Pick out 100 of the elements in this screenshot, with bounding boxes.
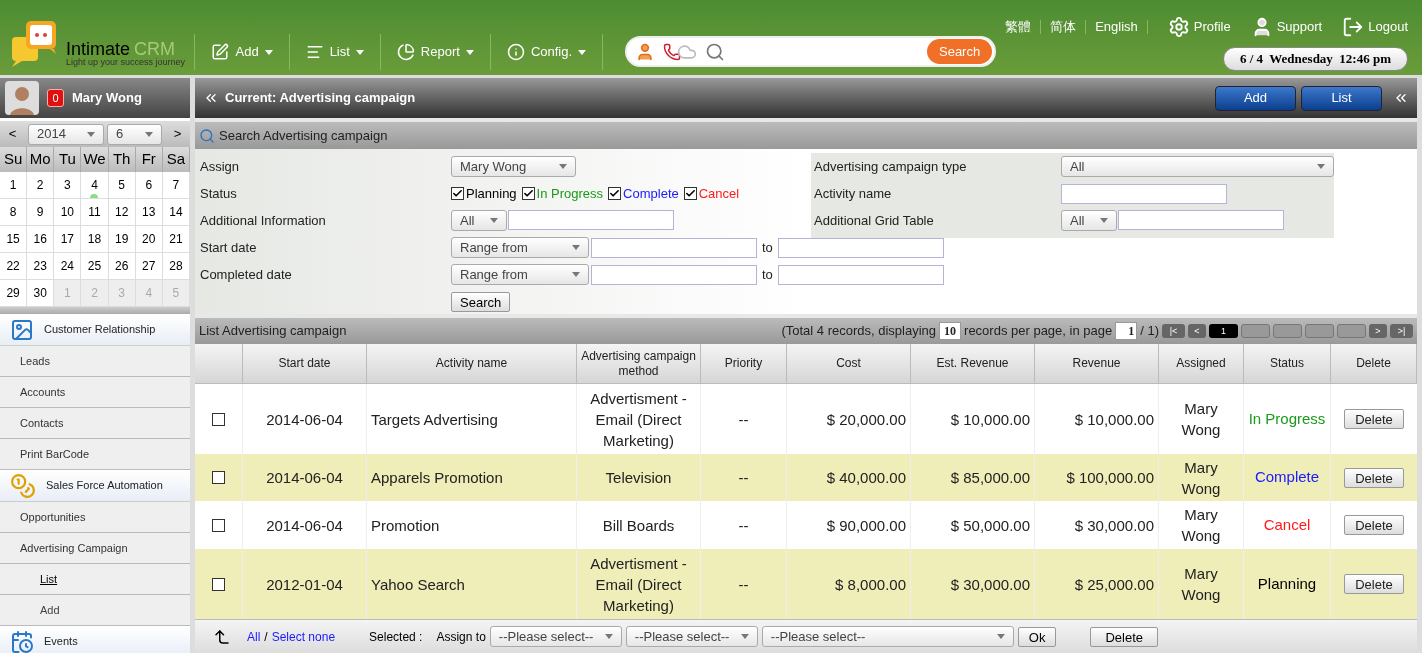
next-page-button[interactable]: >: [1369, 324, 1387, 338]
sidebar-section[interactable]: Customer Relationship: [0, 314, 190, 346]
checkbox[interactable]: [212, 412, 225, 426]
prev-page-button[interactable]: <: [1188, 324, 1206, 338]
calendar-day[interactable]: 4: [81, 172, 109, 199]
calendar-day[interactable]: 13: [135, 199, 163, 226]
calendar-day[interactable]: 21: [162, 226, 190, 253]
checkbox[interactable]: [212, 471, 225, 484]
caret-icon: [264, 49, 273, 55]
select-none-link[interactable]: Select none: [271, 627, 336, 646]
calendar-day[interactable]: 18: [81, 226, 109, 253]
dropdown[interactable]: Mary Wong: [451, 156, 576, 177]
calendar-day[interactable]: 16: [27, 226, 55, 253]
delete-button[interactable]: Delete: [1344, 409, 1404, 429]
dropdown[interactable]: Range from: [451, 237, 589, 258]
header-button[interactable]: List: [1301, 85, 1382, 111]
delete-button[interactable]: Delete: [1090, 626, 1158, 647]
calendar-day[interactable]: 11: [81, 199, 109, 226]
status-option: In Progress: [536, 183, 604, 204]
checkbox[interactable]: [212, 518, 225, 532]
input-field[interactable]: [777, 237, 944, 258]
calendar-day[interactable]: 19: [108, 226, 136, 253]
sidebar-item[interactable]: Contacts: [0, 408, 190, 439]
last-page-button[interactable]: >|: [1390, 324, 1413, 338]
header-link[interactable]: Logout: [1342, 16, 1408, 38]
calendar-day[interactable]: 3: [54, 172, 82, 199]
calendar-day[interactable]: 6: [135, 172, 163, 199]
dropdown[interactable]: All: [1061, 156, 1334, 177]
delete-button[interactable]: Delete: [1344, 467, 1404, 488]
menu-button[interactable]: List: [305, 42, 364, 62]
weekday-header: We: [81, 147, 109, 172]
calendar-day[interactable]: 29: [0, 280, 28, 307]
calendar-day[interactable]: 14: [162, 199, 190, 226]
calendar-day[interactable]: 15: [0, 226, 28, 253]
calendar-day[interactable]: 25: [81, 253, 109, 280]
page-field[interactable]: 1: [1115, 322, 1138, 340]
checkbox[interactable]: [683, 187, 697, 200]
dropdown[interactable]: --Please select--: [625, 626, 758, 647]
checkbox[interactable]: [608, 187, 622, 200]
dropdown[interactable]: --Please select--: [761, 626, 1014, 647]
calendar-day[interactable]: 7: [162, 172, 190, 199]
sidebar-item[interactable]: Leads: [0, 346, 190, 377]
menu-button[interactable]: Config.: [506, 42, 587, 62]
calendar-day[interactable]: 28: [162, 253, 190, 280]
calendar-day[interactable]: 17: [54, 226, 82, 253]
sidebar-section[interactable]: Events: [0, 626, 190, 653]
paging-text: (Total 4 records, displaying: [781, 322, 937, 341]
header-link[interactable]: Support: [1250, 16, 1323, 38]
select-all-link[interactable]: All: [247, 627, 261, 646]
prev-month-button[interactable]: <: [0, 124, 25, 144]
calendar-day[interactable]: 23: [27, 253, 55, 280]
calendar-day[interactable]: 5: [108, 172, 136, 199]
sidebar-item[interactable]: Advertising Campaign: [0, 533, 190, 564]
calendar-day[interactable]: 26: [108, 253, 136, 280]
calendar-day[interactable]: 12: [108, 199, 136, 226]
dropdown[interactable]: All: [451, 210, 507, 231]
calendar-day[interactable]: 27: [135, 253, 163, 280]
language-link[interactable]: 简体: [1041, 17, 1086, 37]
menu-button[interactable]: Add: [211, 42, 273, 62]
per-page-field[interactable]: 10: [939, 322, 962, 340]
calendar-day[interactable]: 30: [27, 280, 55, 307]
calendar-day[interactable]: 2: [27, 172, 55, 199]
input-field[interactable]: [591, 237, 757, 258]
dropdown[interactable]: Range from: [451, 264, 589, 285]
next-month-button[interactable]: >: [165, 124, 190, 144]
dropdown[interactable]: All: [1061, 210, 1117, 231]
sidebar-item[interactable]: Opportunities: [0, 502, 190, 533]
header-button[interactable]: Add: [1215, 85, 1296, 111]
calendar-day[interactable]: 20: [135, 226, 163, 253]
ok-button[interactable]: Ok: [1017, 626, 1057, 647]
calendar-day[interactable]: 10: [54, 199, 82, 226]
dropdown[interactable]: --Please select--: [489, 626, 622, 647]
input-field[interactable]: [508, 210, 674, 230]
checkbox[interactable]: [451, 187, 464, 200]
sidebar-item[interactable]: List: [0, 564, 190, 595]
calendar-day[interactable]: 1: [0, 172, 28, 199]
checkbox[interactable]: [212, 577, 225, 591]
menu-button[interactable]: Report: [396, 42, 474, 62]
sidebar-section[interactable]: Sales Force Automation: [0, 470, 190, 502]
input-field[interactable]: [1061, 183, 1227, 204]
input-field[interactable]: [591, 264, 757, 285]
header-link[interactable]: Profile: [1167, 16, 1231, 38]
search-button[interactable]: Search: [451, 291, 511, 312]
language-link[interactable]: 繁體: [996, 17, 1041, 37]
input-field[interactable]: [777, 264, 944, 285]
calendar-day[interactable]: 8: [0, 199, 28, 226]
delete-button[interactable]: Delete: [1344, 515, 1404, 535]
calendar-day[interactable]: 22: [0, 253, 28, 280]
month-select[interactable]: 6: [107, 123, 162, 145]
sidebar-item[interactable]: Accounts: [0, 377, 190, 408]
year-select[interactable]: 2014: [28, 123, 104, 145]
calendar-day[interactable]: 24: [54, 253, 82, 280]
checkbox[interactable]: [521, 187, 535, 200]
calendar-day[interactable]: 9: [27, 199, 55, 226]
delete-button[interactable]: Delete: [1344, 574, 1404, 594]
first-page-button[interactable]: |<: [1162, 324, 1185, 338]
language-link[interactable]: English: [1086, 17, 1147, 37]
page-button[interactable]: 1: [1209, 324, 1238, 338]
notification-badge[interactable]: 0: [47, 89, 64, 107]
input-field[interactable]: [1118, 210, 1284, 230]
